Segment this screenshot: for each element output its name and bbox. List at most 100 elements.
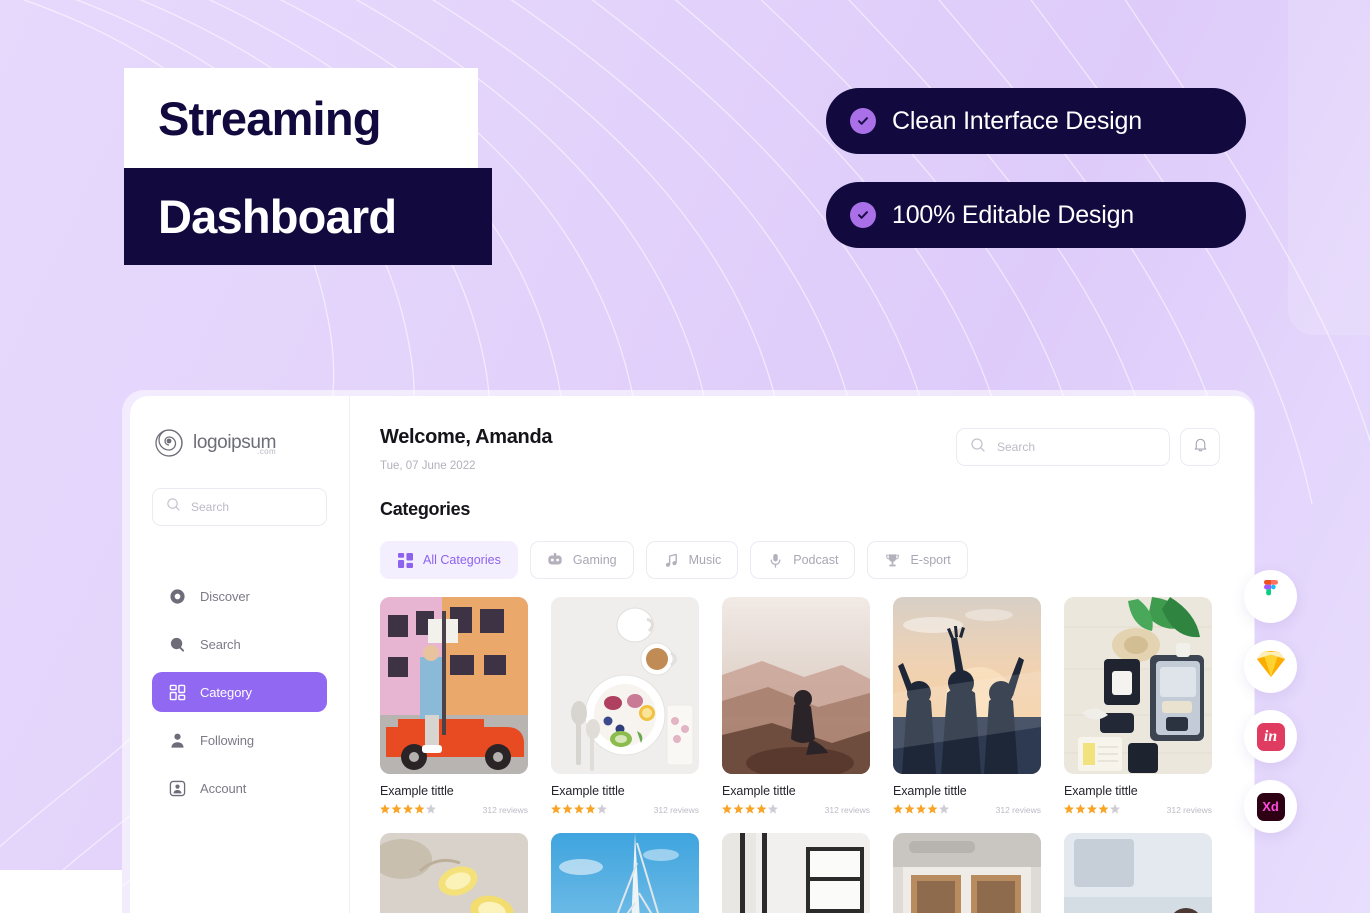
sidebar-item-label: Account [200, 780, 247, 796]
sidebar-item-label: Discover [200, 588, 250, 604]
hero-title-line2-block: Dashboard [124, 168, 492, 265]
hero-title-line1-block: Streaming [124, 68, 478, 168]
search-icon [166, 497, 181, 517]
trophy-icon [884, 552, 901, 569]
app-badge-sketch[interactable] [1244, 640, 1297, 693]
dashboard-window: logoipsum .com Search Discover Search Ca… [130, 396, 1254, 913]
sidebar-item-following[interactable]: Following [152, 720, 327, 760]
sidebar-item-search[interactable]: Search [152, 624, 327, 664]
sidebar-item-label: Category [200, 684, 252, 700]
check-circle-icon [850, 202, 876, 228]
card-thumbnail-breakfast-bowl [551, 597, 699, 774]
sketch-icon [1256, 650, 1286, 683]
review-count: 312 reviews [482, 804, 528, 815]
chip-all-categories[interactable]: All Categories [380, 541, 518, 579]
card-title: Example tittle [893, 784, 967, 798]
card-thumbnail-friends-sunset [893, 597, 1041, 774]
section-title: Categories [380, 499, 471, 519]
content-card[interactable] [551, 833, 699, 913]
review-count: 312 reviews [824, 804, 870, 815]
app-badges: in Xd [1244, 570, 1297, 833]
content-card[interactable]: Example tittle 312 reviews [1064, 597, 1212, 815]
check-circle-icon [850, 108, 876, 134]
chip-music[interactable]: Music [645, 541, 739, 579]
app-badge-figma[interactable] [1244, 570, 1297, 623]
card-thumbnail-lemons-notebook [380, 833, 528, 913]
content-card[interactable] [893, 833, 1041, 913]
chip-podcast[interactable]: Podcast [750, 541, 856, 579]
invision-glyph: in [1263, 727, 1278, 745]
rating-stars [893, 804, 949, 815]
decorative-panel [1288, 0, 1370, 335]
main-header: Welcome, Amanda Tue, 07 June 2022 Search [380, 426, 1220, 472]
page-title: Welcome, Amanda [380, 426, 553, 448]
content-card[interactable] [1064, 833, 1212, 913]
sidebar-item-account[interactable]: Account [152, 768, 327, 808]
content-card[interactable]: Example tittle 312 reviews [551, 597, 699, 815]
sidebar-nav: Discover Search Category Following Accou… [152, 576, 327, 808]
header-search-placeholder: Search [997, 440, 1036, 454]
figma-icon [1257, 580, 1285, 613]
notifications-button[interactable] [1180, 428, 1220, 466]
content-card[interactable] [722, 833, 870, 913]
chip-gaming[interactable]: Gaming [529, 541, 634, 579]
feature-badge-clean-interface: Clean Interface Design [826, 88, 1246, 154]
feature-badge-label: 100% Editable Design [892, 200, 1134, 229]
grid-icon [397, 552, 414, 569]
discover-icon [168, 587, 186, 605]
sidebar-item-label: Following [200, 732, 255, 748]
rating-stars [722, 804, 778, 815]
category-icon [168, 683, 186, 701]
app-badge-invision[interactable]: in [1244, 710, 1297, 763]
review-count: 312 reviews [995, 804, 1041, 815]
sidebar-item-label: Search [200, 636, 241, 652]
invision-icon: in [1256, 722, 1285, 751]
sidebar-item-discover[interactable]: Discover [152, 576, 327, 616]
content-card[interactable] [380, 833, 528, 913]
chip-esport[interactable]: E-sport [867, 541, 968, 579]
gamepad-icon [547, 552, 564, 569]
card-title: Example tittle [1064, 784, 1138, 798]
music-note-icon [663, 552, 680, 569]
hero-title-line2: Dashboard [158, 190, 397, 243]
content-card[interactable]: Example tittle 312 reviews [893, 597, 1041, 815]
logo[interactable]: logoipsum .com [152, 428, 327, 458]
current-date: Tue, 07 June 2022 [380, 460, 476, 472]
card-thumbnail-woman-cliff [722, 597, 870, 774]
person-icon [168, 731, 186, 749]
adobe-xd-icon: Xd [1256, 792, 1285, 821]
review-count: 312 reviews [653, 804, 699, 815]
rating-stars [380, 804, 436, 815]
sidebar: logoipsum .com Search Discover Search Ca… [130, 396, 350, 913]
card-thumbnail-suitcase-travel [1064, 597, 1212, 774]
card-thumbnail-bright-office [893, 833, 1041, 913]
cards-grid-row-2 [380, 833, 1220, 913]
chip-label: Music [688, 553, 722, 567]
card-thumbnail-sailing-man [551, 833, 699, 913]
chip-label: E-sport [910, 553, 951, 567]
account-icon [168, 779, 186, 797]
category-filter-chips: All Categories Gaming Music Podcast E-sp… [380, 541, 1220, 579]
hero-title-line1: Streaming [158, 91, 381, 145]
header-search-input[interactable]: Search [956, 428, 1170, 466]
logo-suffix: .com [257, 447, 277, 456]
main-content: Welcome, Amanda Tue, 07 June 2022 Search [350, 396, 1254, 913]
rating-stars [551, 804, 607, 815]
card-thumbnail-people-meeting [1064, 833, 1212, 913]
content-card[interactable]: Example tittle 312 reviews [380, 597, 528, 815]
sidebar-search-input[interactable]: Search [152, 488, 327, 526]
card-thumbnail-woman-window [722, 833, 870, 913]
sidebar-item-category[interactable]: Category [152, 672, 327, 712]
card-title: Example tittle [380, 784, 454, 798]
bell-icon [1192, 436, 1209, 458]
content-card[interactable]: Example tittle 312 reviews [722, 597, 870, 815]
feature-badge-editable-design: 100% Editable Design [826, 182, 1246, 248]
sidebar-search-placeholder: Search [191, 500, 230, 514]
chip-label: Gaming [572, 553, 617, 567]
card-thumbnail-woman-red-car [380, 597, 528, 774]
chip-label: Podcast [793, 553, 839, 567]
cards-grid-row-1: Example tittle 312 reviews Example tittl… [380, 597, 1220, 815]
logoipsum-spiral-icon [154, 428, 184, 458]
app-badge-adobe-xd[interactable]: Xd [1244, 780, 1297, 833]
adobe-xd-glyph: Xd [1262, 799, 1279, 814]
